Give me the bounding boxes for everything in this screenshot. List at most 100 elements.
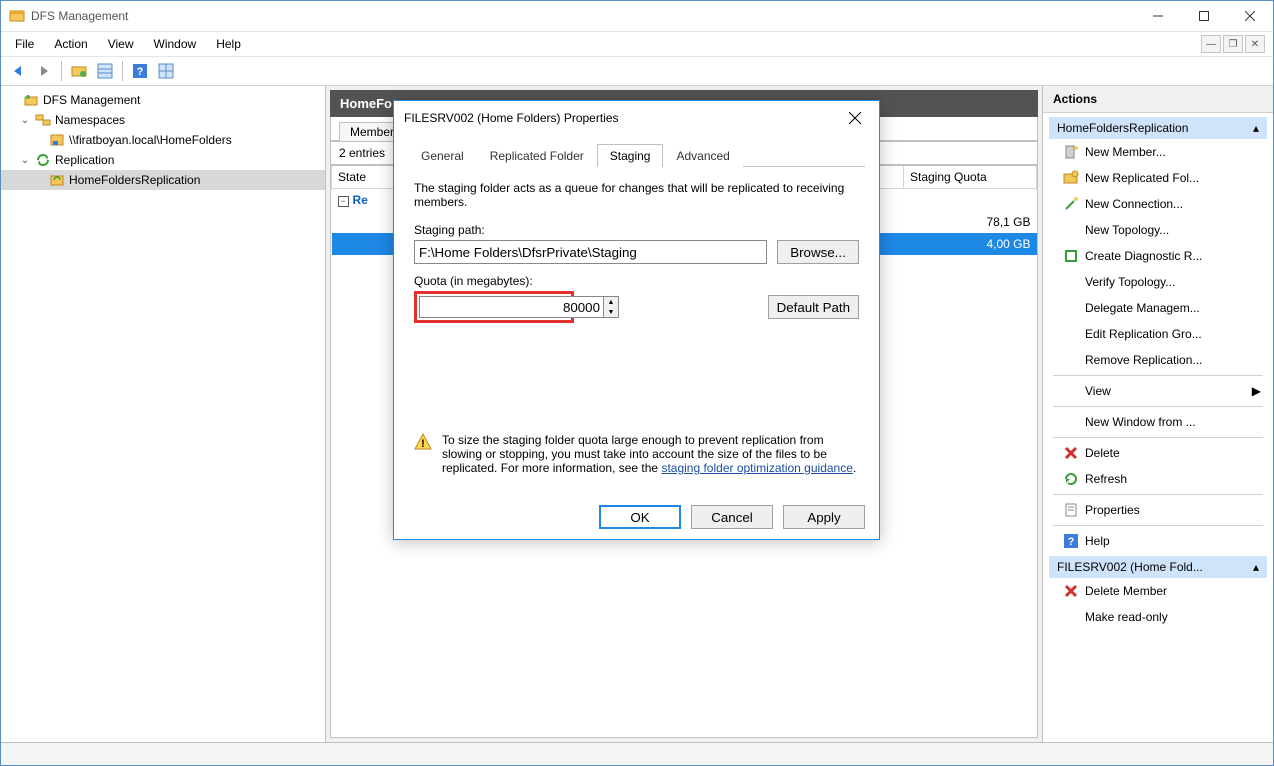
minimize-button[interactable] <box>1135 1 1181 31</box>
diagnostic-icon <box>1063 248 1079 264</box>
collapse-icon[interactable]: ▴ <box>1253 121 1259 135</box>
tree-root[interactable]: DFS Management <box>1 90 325 110</box>
quota-spinner[interactable]: ▲▼ <box>604 296 619 318</box>
replication-group-icon <box>49 172 65 188</box>
mdi-close-button[interactable]: ✕ <box>1245 35 1265 53</box>
titlebar: DFS Management <box>1 1 1273 32</box>
folder-icon[interactable] <box>68 60 90 82</box>
dialog-title: FILESRV002 (Home Folders) Properties <box>404 111 841 125</box>
toolbar-separator <box>122 61 123 81</box>
delegate-icon <box>1063 300 1079 316</box>
action-edit-replication-group[interactable]: Edit Replication Gro... <box>1049 321 1267 347</box>
action-remove-replication[interactable]: Remove Replication... <box>1049 347 1267 373</box>
staging-path-input[interactable] <box>414 240 767 264</box>
browse-button[interactable]: Browse... <box>777 240 859 264</box>
separator <box>1053 494 1263 495</box>
action-new-window[interactable]: New Window from ... <box>1049 409 1267 435</box>
mdi-minimize-button[interactable]: — <box>1201 35 1221 53</box>
remove-icon <box>1063 352 1079 368</box>
tree-item-namespaces[interactable]: ⌄ Namespaces <box>1 110 325 130</box>
action-verify-topology[interactable]: Verify Topology... <box>1049 269 1267 295</box>
tree-label: \\firatboyan.local\HomeFolders <box>69 133 232 147</box>
separator <box>1053 437 1263 438</box>
edit-icon <box>1063 326 1079 342</box>
action-group-replication[interactable]: HomeFoldersReplication ▴ <box>1049 117 1267 139</box>
maximize-button[interactable] <box>1181 1 1227 31</box>
menu-view[interactable]: View <box>98 35 144 53</box>
svg-text:?: ? <box>1068 536 1075 548</box>
action-group-server[interactable]: FILESRV002 (Home Fold... ▴ <box>1049 556 1267 578</box>
action-help[interactable]: ?Help <box>1049 528 1267 554</box>
forward-button[interactable] <box>33 60 55 82</box>
action-new-replicated-folder[interactable]: New Replicated Fol... <box>1049 165 1267 191</box>
tree-item-replication[interactable]: ⌄ Replication <box>1 150 325 170</box>
mdi-restore-button[interactable]: ❐ <box>1223 35 1243 53</box>
delete-icon <box>1063 445 1079 461</box>
action-delegate[interactable]: Delegate Managem... <box>1049 295 1267 321</box>
replication-icon <box>35 152 51 168</box>
action-properties[interactable]: Properties <box>1049 497 1267 523</box>
warning-text: To size the staging folder quota large e… <box>442 433 859 475</box>
menu-help[interactable]: Help <box>206 35 251 53</box>
tree-item-replication-group[interactable]: HomeFoldersReplication <box>1 170 325 190</box>
chevron-right-icon: ▶ <box>1252 384 1261 398</box>
separator <box>1053 406 1263 407</box>
close-button[interactable] <box>1227 1 1273 31</box>
verify-icon <box>1063 274 1079 290</box>
expander-icon[interactable]: ⌄ <box>19 155 31 166</box>
action-refresh[interactable]: Refresh <box>1049 466 1267 492</box>
back-button[interactable] <box>7 60 29 82</box>
tree-label: HomeFoldersReplication <box>69 173 200 187</box>
cell-quota: 4,00 GB <box>904 233 1037 255</box>
separator <box>1053 375 1263 376</box>
tab-advanced[interactable]: Advanced <box>663 144 742 167</box>
apply-button[interactable]: Apply <box>783 505 865 529</box>
collapse-icon[interactable]: ▴ <box>1253 560 1259 574</box>
help-icon: ? <box>1063 533 1079 549</box>
connection-icon <box>1063 196 1079 212</box>
action-create-diagnostic[interactable]: Create Diagnostic R... <box>1049 243 1267 269</box>
action-view[interactable]: View▶ <box>1049 378 1267 404</box>
cancel-button[interactable]: Cancel <box>691 505 773 529</box>
action-new-topology[interactable]: New Topology... <box>1049 217 1267 243</box>
quota-label: Quota (in megabytes): <box>414 274 859 288</box>
quota-input[interactable] <box>419 296 604 318</box>
tree-pane: DFS Management ⌄ Namespaces \\firatboyan… <box>1 86 326 742</box>
tree-label: Replication <box>55 153 114 167</box>
warning-icon: ! <box>414 433 432 451</box>
menu-window[interactable]: Window <box>144 35 207 53</box>
action-new-member[interactable]: New Member... <box>1049 139 1267 165</box>
separator <box>1053 525 1263 526</box>
action-new-connection[interactable]: New Connection... <box>1049 191 1267 217</box>
statusbar <box>1 742 1273 765</box>
spinner-down-icon[interactable]: ▼ <box>604 307 618 317</box>
tab-staging[interactable]: Staging <box>597 144 664 167</box>
namespace-path-icon <box>49 132 65 148</box>
menu-file[interactable]: File <box>5 35 44 53</box>
list-icon[interactable] <box>94 60 116 82</box>
tab-replicated-folder[interactable]: Replicated Folder <box>477 144 597 167</box>
namespaces-icon <box>35 112 51 128</box>
default-path-button[interactable]: Default Path <box>768 295 859 319</box>
col-staging-quota[interactable]: Staging Quota <box>904 166 1037 189</box>
tree-item-namespace-path[interactable]: \\firatboyan.local\HomeFolders <box>1 130 325 150</box>
action-delete[interactable]: Delete <box>1049 440 1267 466</box>
menu-action[interactable]: Action <box>44 35 97 53</box>
staging-path-label: Staging path: <box>414 223 859 237</box>
ok-button[interactable]: OK <box>599 505 681 529</box>
dialog-close-button[interactable] <box>841 104 869 132</box>
help-icon[interactable]: ? <box>129 60 151 82</box>
action-make-readonly[interactable]: Make read-only <box>1049 604 1267 630</box>
spinner-up-icon[interactable]: ▲ <box>604 297 618 307</box>
cell-quota: 78,1 GB <box>904 211 1037 233</box>
properties-dialog: FILESRV002 (Home Folders) Properties Gen… <box>393 100 880 540</box>
action-delete-member[interactable]: Delete Member <box>1049 578 1267 604</box>
guidance-link[interactable]: staging folder optimization guidance <box>661 461 852 475</box>
expander-icon[interactable]: ⌄ <box>19 115 31 126</box>
tree-root-label: DFS Management <box>43 93 140 107</box>
properties-icon <box>1063 502 1079 518</box>
tab-general[interactable]: General <box>408 144 477 167</box>
grid-icon[interactable] <box>155 60 177 82</box>
expand-icon[interactable]: − <box>338 196 349 207</box>
svg-text:?: ? <box>137 66 144 78</box>
